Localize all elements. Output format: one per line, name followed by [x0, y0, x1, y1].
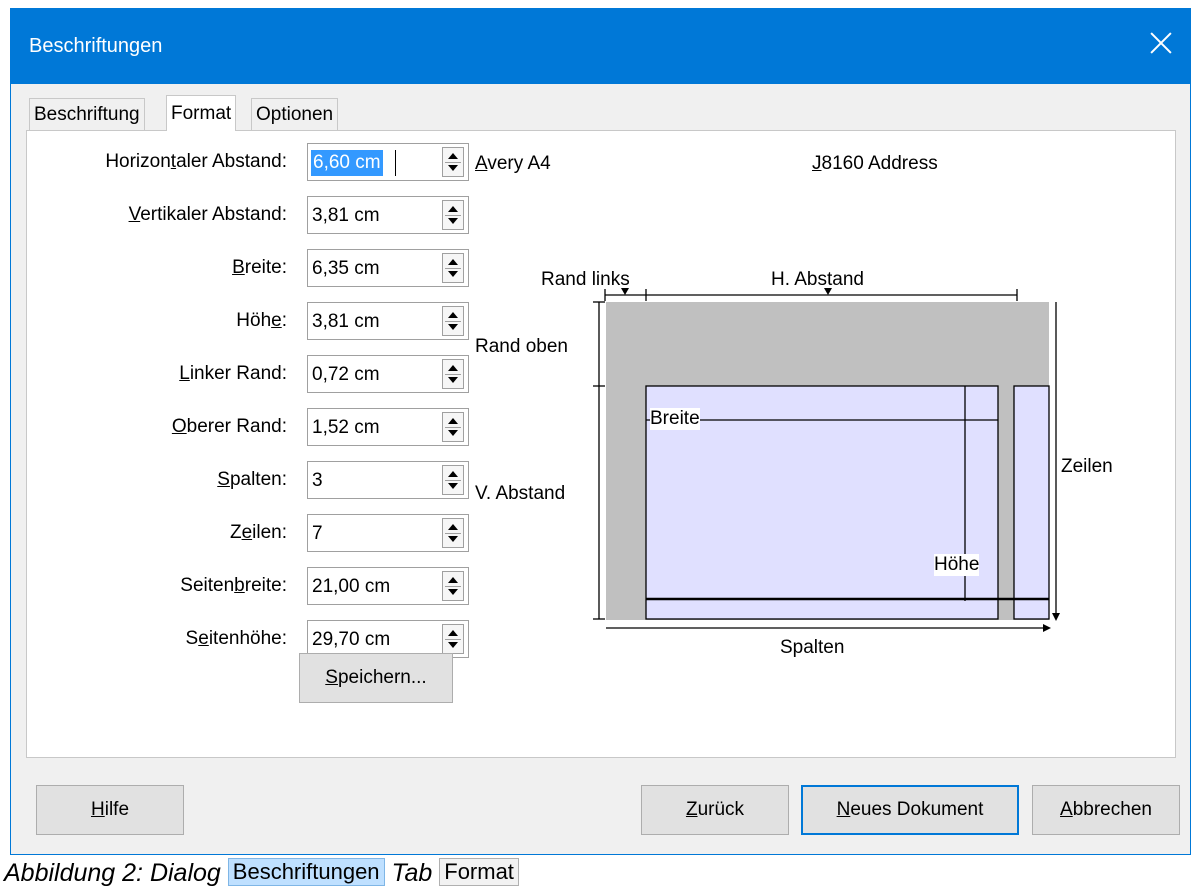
back-button[interactable]: Zurück [641, 785, 789, 835]
back-label: urück [697, 799, 745, 820]
diagram-h-abstand: H. Abstand [771, 269, 864, 290]
diagram-breite: Breite [650, 408, 700, 430]
spalten-arrow-icon [1043, 624, 1051, 632]
zeilen-arrow-icon [1052, 613, 1060, 621]
help-button[interactable]: Hilfe [36, 785, 184, 835]
caption-middle: Tab [391, 859, 433, 887]
tab-format[interactable]: Format [166, 95, 237, 131]
diagram-spalten: Spalten [780, 637, 845, 658]
cancel-label: bbrechen [1072, 799, 1152, 820]
cancel-button[interactable]: Abbrechen [1032, 785, 1180, 835]
format-diagram [593, 288, 1060, 632]
diagram-hoehe: Höhe [934, 554, 980, 576]
diagram-rand-links: Rand links [541, 269, 630, 290]
close-icon[interactable] [1144, 27, 1178, 61]
title-bar: Beschriftungen [11, 9, 1190, 84]
diagram-zeilen: Zeilen [1061, 456, 1113, 477]
help-mnemonic: H [90, 799, 105, 820]
cancel-mnemonic: A [1060, 799, 1073, 820]
new-document-mnemonic: N [836, 799, 851, 820]
new-document-button[interactable]: Neues Dokument [801, 785, 1019, 835]
caption-dialog-chip: Beschriftungen [227, 858, 385, 886]
caption-prefix: Abbildung 2: Dialog [4, 859, 221, 887]
tab-beschriftung[interactable]: Beschriftung [29, 98, 145, 130]
dialog-title: Beschriftungen [29, 35, 163, 57]
help-label: ilfe [104, 799, 130, 820]
caption-tab-chip: Format [439, 858, 519, 886]
labels-dialog: Beschriftungen Beschriftung Format Optio… [10, 8, 1191, 855]
back-mnemonic: Z [685, 799, 698, 820]
figure-caption: Abbildung 2: Dialog Beschriftungen Tab F… [4, 858, 519, 888]
new-document-label: eues Dokument [850, 799, 984, 820]
diagram-rand-oben: Rand oben [475, 336, 568, 357]
diagram-v-abstand: V. Abstand [475, 483, 566, 504]
tab-optionen[interactable]: Optionen [251, 98, 339, 130]
format-panel: Horizontaler Abstand: 6,60 cm Vertikaler A… [26, 130, 1176, 758]
